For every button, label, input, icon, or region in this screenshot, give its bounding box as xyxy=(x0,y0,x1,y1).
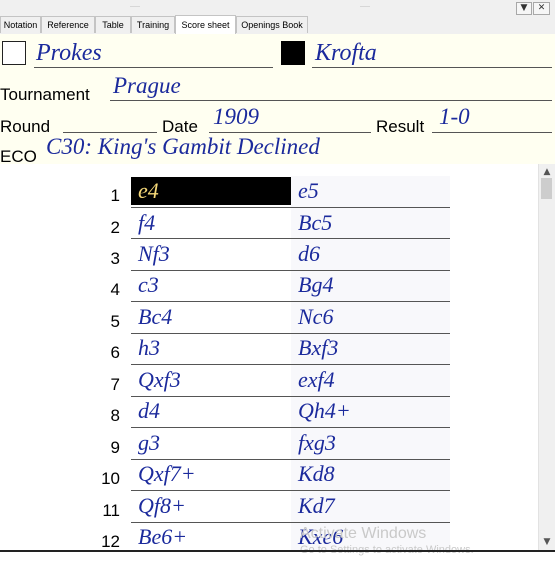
move-number: 2 xyxy=(110,218,120,237)
tab-notation[interactable]: Notation xyxy=(0,16,41,33)
result-label: Result xyxy=(376,117,425,136)
move-row-line xyxy=(131,522,450,523)
white-move[interactable]: Be6+ xyxy=(131,524,291,550)
black-move[interactable]: Bxf3 xyxy=(291,335,450,361)
tournament-underline xyxy=(110,100,552,101)
black-move[interactable]: e5 xyxy=(291,178,450,204)
tournament-label: Tournament xyxy=(0,85,90,104)
black-move[interactable]: d6 xyxy=(291,241,450,267)
move-number: 4 xyxy=(110,280,120,299)
black-move[interactable]: Kd7 xyxy=(291,493,450,519)
date-value[interactable]: 1909 xyxy=(213,104,259,130)
move-number: 5 xyxy=(110,312,120,331)
white-move[interactable]: c3 xyxy=(131,272,291,298)
black-move[interactable]: Kd8 xyxy=(291,461,450,487)
tab-bar: Notation Reference Table Training Score … xyxy=(0,15,555,35)
result-value[interactable]: 1-0 xyxy=(439,104,470,130)
move-row-line xyxy=(131,364,450,365)
result-underline xyxy=(432,132,552,133)
move-row-line xyxy=(131,459,450,460)
date-underline xyxy=(209,132,371,133)
move-row-line xyxy=(131,396,450,397)
scroll-thumb[interactable] xyxy=(541,178,552,199)
game-header: Prokes Krofta Tournament Prague Round Da… xyxy=(0,34,555,166)
black-move[interactable]: exf4 xyxy=(291,367,450,393)
white-move[interactable]: d4 xyxy=(131,398,291,424)
strip-divider xyxy=(130,6,140,7)
window-title-strip: ▼ ✕ xyxy=(0,0,555,15)
black-move[interactable]: Qh4+ xyxy=(291,398,450,424)
panel-close-button[interactable]: ✕ xyxy=(533,2,550,15)
white-player-underline xyxy=(34,67,273,68)
move-row-line xyxy=(131,207,450,208)
white-move[interactable]: f4 xyxy=(131,210,291,236)
bottom-border xyxy=(0,550,555,552)
tournament-value[interactable]: Prague xyxy=(113,73,181,99)
white-move[interactable]: Qxf3 xyxy=(131,367,291,393)
move-row-line xyxy=(131,238,450,239)
black-move[interactable]: fxg3 xyxy=(291,430,450,456)
black-move[interactable]: Bc5 xyxy=(291,210,450,236)
white-move-selected[interactable]: e4 xyxy=(131,177,291,205)
black-move[interactable]: Nc6 xyxy=(291,304,450,330)
white-move[interactable]: g3 xyxy=(131,430,291,456)
white-move[interactable]: Qf8+ xyxy=(131,493,291,519)
move-number: 7 xyxy=(110,375,120,394)
move-number: 9 xyxy=(110,438,120,457)
move-number: 6 xyxy=(110,343,120,362)
black-color-square xyxy=(281,41,305,65)
white-move[interactable]: h3 xyxy=(131,335,291,361)
tab-reference[interactable]: Reference xyxy=(41,16,95,33)
move-number: 12 xyxy=(101,532,120,551)
scroll-down-arrow-icon[interactable]: ▼ xyxy=(539,534,555,550)
white-move[interactable]: Nf3 xyxy=(131,241,291,267)
move-number: 8 xyxy=(110,406,120,425)
watermark-title: Activate Windows xyxy=(300,525,427,542)
black-player-name[interactable]: Krofta xyxy=(315,39,377,67)
white-color-square xyxy=(2,41,26,65)
move-number: 10 xyxy=(101,469,120,488)
move-row-line xyxy=(131,490,450,491)
tab-score-sheet[interactable]: Score sheet xyxy=(175,15,236,34)
vertical-scrollbar[interactable]: ▲ ▼ xyxy=(538,164,555,550)
move-number: 1 xyxy=(110,186,120,205)
panel-menu-button[interactable]: ▼ xyxy=(516,2,532,15)
move-number: 11 xyxy=(102,501,120,520)
white-move[interactable]: Qxf7+ xyxy=(131,461,291,487)
move-number: 3 xyxy=(110,249,120,268)
black-move[interactable]: Bg4 xyxy=(291,272,450,298)
move-row-line xyxy=(131,427,450,428)
black-player-underline xyxy=(312,67,552,68)
white-move[interactable]: Bc4 xyxy=(131,304,291,330)
move-row-line xyxy=(131,333,450,334)
eco-value[interactable]: C30: King's Gambit Declined xyxy=(46,134,320,160)
tab-training[interactable]: Training xyxy=(131,16,175,33)
strip-divider xyxy=(360,6,370,7)
tab-table[interactable]: Table xyxy=(95,16,131,33)
round-label: Round xyxy=(0,117,51,136)
activate-windows-watermark: Activate Windows Go to Settings to activ… xyxy=(300,525,474,557)
move-row-line xyxy=(131,270,450,271)
round-underline xyxy=(63,132,157,133)
move-row-line xyxy=(131,301,450,302)
tab-openings-book[interactable]: Openings Book xyxy=(236,16,308,33)
white-player-name[interactable]: Prokes xyxy=(36,39,102,67)
